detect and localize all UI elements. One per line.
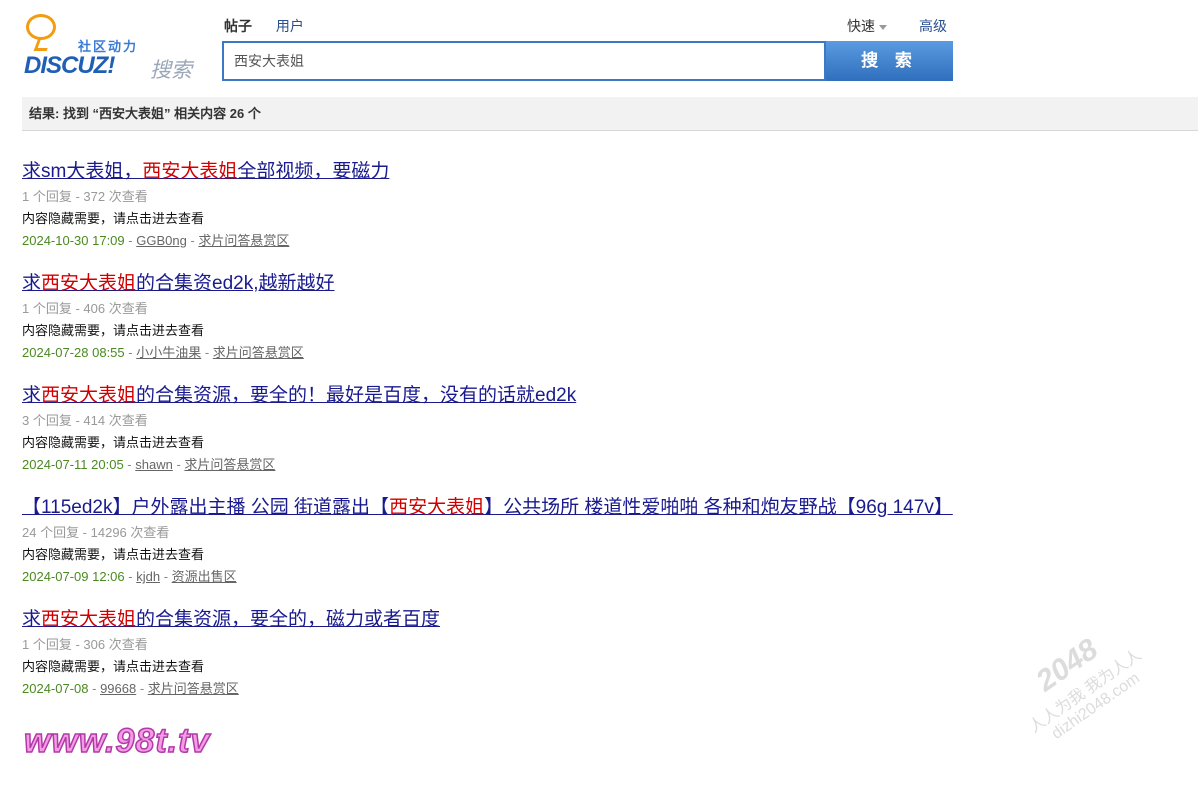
result-item: 求西安大表姐的合集资源，要全的，磁力或者百度 1 个回复 - 306 次查看内容隐… <box>22 606 962 700</box>
chat-bubble-tail <box>33 38 52 51</box>
result-item: 求西安大表姐的合集资ed2k,越新越好 1 个回复 - 406 次查看内容隐藏需要… <box>22 270 962 364</box>
tab-posts[interactable]: 帖子 <box>224 18 252 34</box>
watermark-2048: 2048 人人为我 我为人人 dizhi2048.com <box>988 603 1198 807</box>
meta-separator: - <box>136 681 148 696</box>
result-title-link[interactable]: 求sm大表姐，西安大表姐全部视频，要磁力 <box>22 158 962 186</box>
result-stats: 1 个回复 - 306 次查看 <box>22 637 148 652</box>
result-author-link[interactable]: 小小牛油果 <box>136 345 201 360</box>
result-date: 2024-07-09 12:06 <box>22 569 125 584</box>
result-title-link[interactable]: 求西安大表姐的合集资源，要全的，磁力或者百度 <box>22 606 962 634</box>
result-author-link[interactable]: shawn <box>135 457 173 472</box>
meta-separator: - <box>88 681 101 696</box>
result-stats: 1 个回复 - 406 次查看 <box>22 301 148 316</box>
meta-separator: - <box>123 457 136 472</box>
result-item: 求sm大表姐，西安大表姐全部视频，要磁力 1 个回复 - 372 次查看内容隐藏需… <box>22 158 962 252</box>
logo-search-word: 搜索 <box>150 59 192 82</box>
advanced-search-link[interactable]: 高级 <box>919 16 947 36</box>
result-stats: 1 个回复 - 372 次查看 <box>22 189 148 204</box>
result-forum-link[interactable]: 求片问答悬赏区 <box>213 345 304 360</box>
result-desc: 内容隐藏需要，请点击进去查看 <box>22 323 205 338</box>
search-button[interactable]: 搜 索 <box>826 41 953 81</box>
title-highlight: 西安大表姐 <box>389 497 485 518</box>
tab-users[interactable]: 用户 <box>276 18 304 34</box>
title-highlight: 西安大表姐 <box>142 161 238 182</box>
meta-separator: - <box>124 569 137 584</box>
results-list: 求sm大表姐，西安大表姐全部视频，要磁力 1 个回复 - 372 次查看 内容隐藏需… <box>22 158 962 718</box>
caret-down-icon <box>879 24 887 30</box>
result-forum-link[interactable]: 求片问答悬赏区 <box>148 681 239 696</box>
result-author-link[interactable]: GGB0ng <box>136 233 187 248</box>
title-prefix: 【115ed2k】户外露出主播 公园 街道露出【 <box>22 497 390 518</box>
result-title-link[interactable]: 【115ed2k】户外露出主播 公园 街道露出【西安大表姐】公共场所 楼道性爱啪… <box>22 494 962 522</box>
title-prefix: 求sm大表姐， <box>22 161 143 182</box>
result-meta: 2024-07-11 20:05 - shawn - 求片问答悬赏区 <box>22 454 962 476</box>
quick-search-dropdown[interactable]: 快速 <box>847 16 887 36</box>
result-title-link[interactable]: 求西安大表姐的合集资ed2k,越新越好 <box>22 270 962 298</box>
search-type-tabs: 帖子 用户 <box>224 16 324 36</box>
title-highlight: 西安大表姐 <box>41 609 137 630</box>
discuz-logo[interactable]: 社区动力 DISCUZ! 搜索 <box>22 12 202 82</box>
title-prefix: 求 <box>22 609 42 630</box>
logo-brand: DISCUZ! <box>24 52 115 79</box>
result-date: 2024-07-28 08:55 <box>22 345 125 360</box>
title-suffix: 的合集资源，要全的！最好是百度，没有的话就ed2k <box>136 385 577 406</box>
meta-separator: - <box>172 457 185 472</box>
title-highlight: 西安大表姐 <box>41 273 137 294</box>
result-desc: 内容隐藏需要，请点击进去查看 <box>22 547 205 562</box>
result-meta: 2024-07-08 - 99668 - 求片问答悬赏区 <box>22 678 962 700</box>
title-suffix: 】公共场所 楼道性爱啪啪 各种和炮友野战【96g 147v】 <box>484 497 953 518</box>
meta-separator: - <box>124 233 137 248</box>
result-author-link[interactable]: 99668 <box>100 681 136 696</box>
result-forum-link[interactable]: 求片问答悬赏区 <box>198 233 289 248</box>
result-summary: 结果: 找到 “西安大表姐” 相关内容 26 个 <box>22 97 1198 131</box>
result-desc: 内容隐藏需要，请点击进去查看 <box>22 211 205 226</box>
meta-separator: - <box>160 569 172 584</box>
title-prefix: 求 <box>22 385 42 406</box>
meta-separator: - <box>124 345 137 360</box>
result-author-link[interactable]: kjdh <box>136 569 160 584</box>
result-item: 求西安大表姐的合集资源，要全的！最好是百度，没有的话就ed2k 3 个回复 - 4… <box>22 382 962 476</box>
result-item: 【115ed2k】户外露出主播 公园 街道露出【西安大表姐】公共场所 楼道性爱啪… <box>22 494 962 588</box>
meta-separator: - <box>186 233 199 248</box>
result-forum-link[interactable]: 资源出售区 <box>172 569 237 584</box>
result-forum-link[interactable]: 求片问答悬赏区 <box>184 457 275 472</box>
quick-label: 快速 <box>847 18 875 34</box>
result-desc: 内容隐藏需要，请点击进去查看 <box>22 659 205 674</box>
title-suffix: 的合集资源，要全的，磁力或者百度 <box>136 609 441 630</box>
result-stats: 24 个回复 - 14296 次查看 <box>22 525 170 540</box>
search-input[interactable] <box>224 43 824 79</box>
title-suffix: 的合集资ed2k,越新越好 <box>136 273 335 294</box>
search-box <box>222 41 826 81</box>
result-date: 2024-07-08 <box>22 681 89 696</box>
result-date: 2024-10-30 17:09 <box>22 233 125 248</box>
result-meta: 2024-10-30 17:09 - GGB0ng - 求片问答悬赏区 <box>22 230 962 252</box>
result-date: 2024-07-11 20:05 <box>22 457 124 472</box>
result-meta: 2024-07-28 08:55 - 小小牛油果 - 求片问答悬赏区 <box>22 342 962 364</box>
title-prefix: 求 <box>22 273 42 294</box>
title-suffix: 全部视频，要磁力 <box>237 161 390 182</box>
title-highlight: 西安大表姐 <box>41 385 137 406</box>
result-stats: 3 个回复 - 414 次查看 <box>22 413 148 428</box>
chat-bubble-icon <box>26 14 56 40</box>
result-meta: 2024-07-09 12:06 - kjdh - 资源出售区 <box>22 566 962 588</box>
result-desc: 内容隐藏需要，请点击进去查看 <box>22 435 205 450</box>
watermark-98t: www.98t.tv <box>23 721 211 761</box>
result-title-link[interactable]: 求西安大表姐的合集资源，要全的！最好是百度，没有的话就ed2k <box>22 382 962 410</box>
meta-separator: - <box>201 345 213 360</box>
